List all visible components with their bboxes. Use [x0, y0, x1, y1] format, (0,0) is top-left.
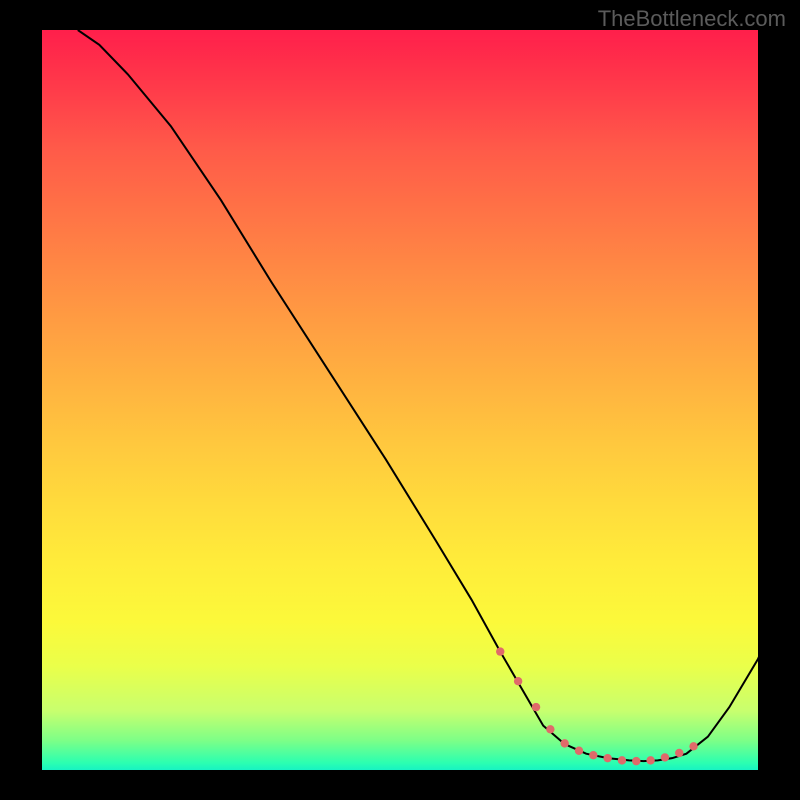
marker-dot [603, 754, 611, 762]
marker-dot [575, 747, 583, 755]
marker-dot [689, 742, 697, 750]
marker-dot [675, 749, 683, 757]
chart-plot-area [42, 30, 758, 770]
chart-svg [42, 30, 758, 770]
marker-dot [661, 753, 669, 761]
chart-markers [496, 647, 698, 765]
chart-curve [78, 30, 758, 761]
marker-dot [532, 703, 540, 711]
marker-dot [546, 725, 554, 733]
marker-dot [632, 757, 640, 765]
marker-dot [589, 751, 597, 759]
marker-dot [496, 647, 504, 655]
watermark-text: TheBottleneck.com [598, 6, 786, 32]
marker-dot [646, 756, 654, 764]
marker-dot [560, 739, 568, 747]
marker-dot [618, 756, 626, 764]
marker-dot [514, 677, 522, 685]
